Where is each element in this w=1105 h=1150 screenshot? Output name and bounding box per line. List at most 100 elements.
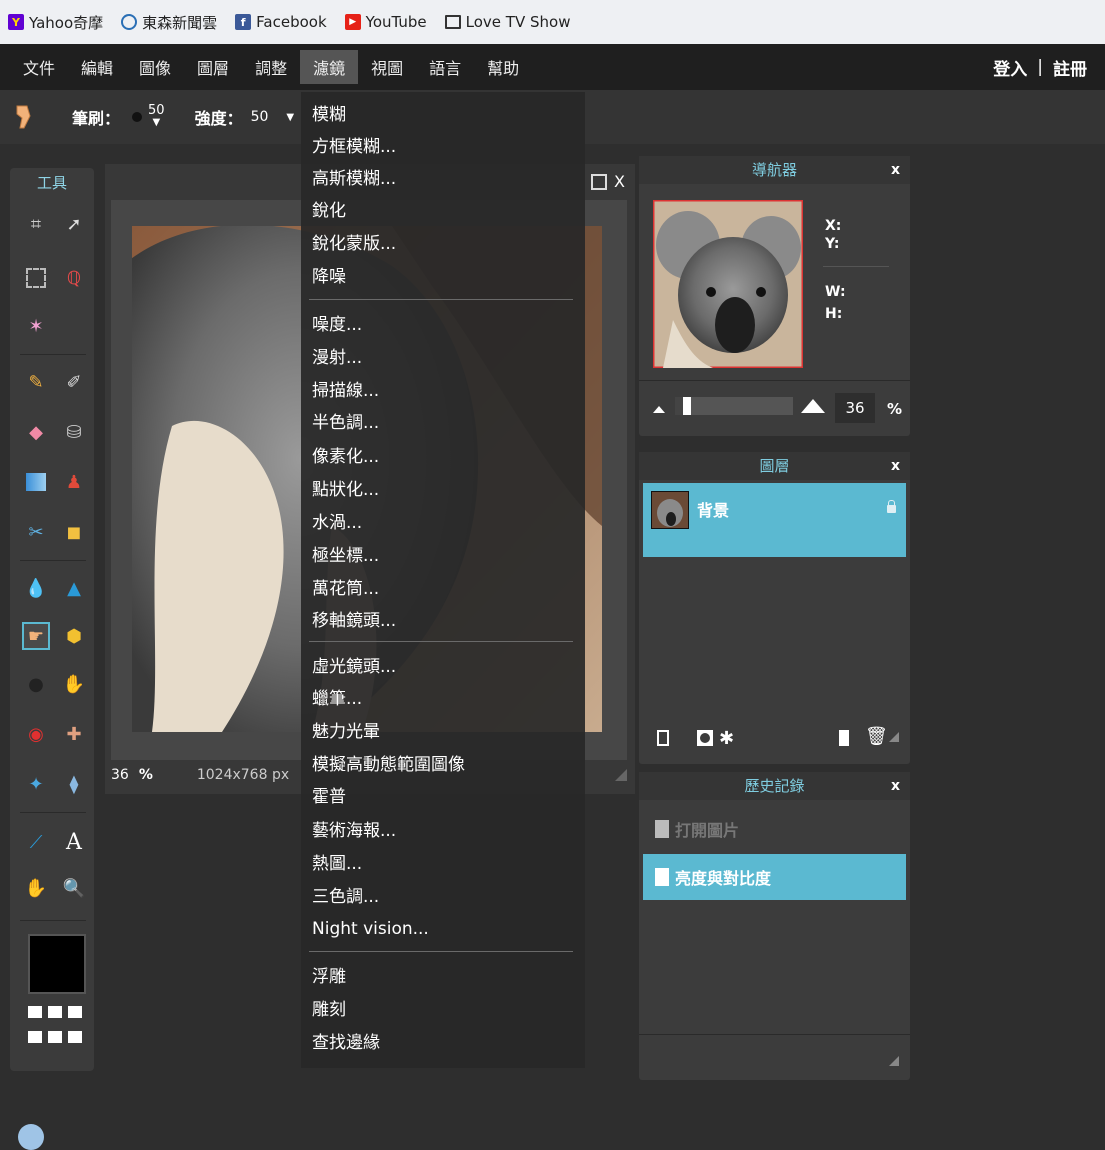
navigator-thumbnail[interactable] — [653, 200, 803, 368]
nav-zoom-slider[interactable] — [675, 397, 793, 415]
sharpen-tool-icon[interactable]: ▲ — [62, 576, 86, 600]
menu-help[interactable]: 幫助 — [474, 50, 532, 84]
smudge-tool-icon[interactable]: ☛ — [22, 622, 50, 650]
bloat-tool-icon[interactable]: ✦ — [24, 772, 48, 796]
register-link[interactable]: 註冊 — [1053, 55, 1087, 80]
history-item-open-image[interactable]: 打開圖片 — [643, 806, 906, 852]
filter-crayon[interactable]: 蠟筆... — [312, 684, 362, 714]
text-tool-icon[interactable]: A — [62, 830, 86, 855]
menu-edit[interactable]: 編輯 — [68, 50, 126, 84]
duplicate-layer-icon[interactable] — [839, 730, 849, 746]
brush-size-stepper[interactable]: 50 ▼ — [148, 104, 165, 129]
pencil-tool-icon[interactable]: ✎ — [24, 370, 48, 394]
filter-polar-coordinates[interactable]: 極坐標... — [312, 541, 379, 571]
close-window-button[interactable]: X — [614, 172, 625, 191]
filter-kaleidoscope[interactable]: 萬花筒... — [312, 574, 379, 604]
dodge-tool-icon[interactable]: ✋ — [62, 672, 86, 696]
hand-tool-icon[interactable]: ✋ — [24, 876, 48, 900]
burn-tool-icon[interactable]: ● — [24, 672, 48, 696]
new-layer-icon[interactable]: ✱ — [719, 728, 734, 749]
red-eye-icon[interactable]: ◉ — [24, 722, 48, 746]
filter-blur[interactable]: 模糊 — [312, 100, 346, 130]
history-item-brightness-contrast[interactable]: 亮度與對比度 — [643, 854, 906, 900]
move-tool-icon[interactable]: ➚ — [62, 212, 86, 236]
nav-zoom-slider-thumb[interactable] — [683, 397, 691, 415]
crop-tool-icon[interactable]: ⌗ — [24, 212, 48, 236]
filter-unsharp-mask[interactable]: 銳化蒙版... — [312, 229, 396, 259]
zoom-value[interactable]: 36 — [111, 767, 129, 783]
filter-halftone[interactable]: 半色調... — [312, 408, 379, 438]
red-eye-tool-icon[interactable]: ◼ — [62, 520, 86, 544]
color-swatches-grid[interactable] — [28, 1006, 84, 1050]
filter-hopper[interactable]: 霍普 — [312, 782, 346, 812]
gradient-tool-icon[interactable] — [24, 470, 48, 494]
filter-tilt-shift[interactable]: 移軸鏡頭... — [312, 606, 396, 636]
filter-emboss[interactable]: 浮雕 — [312, 962, 346, 992]
stamp-tool-icon[interactable]: ♟ — [62, 470, 86, 494]
menu-adjust[interactable]: 調整 — [242, 50, 300, 84]
nav-zoom-input[interactable]: 36 — [835, 393, 875, 423]
strength-input[interactable]: 50 — [251, 109, 269, 125]
menu-language[interactable]: 語言 — [416, 50, 474, 84]
spot-heal-icon[interactable]: ✚ — [62, 722, 86, 746]
menu-layer[interactable]: 圖層 — [184, 50, 242, 84]
filter-gaussian-blur[interactable]: 高斯模糊... — [312, 164, 396, 194]
layer-mask-icon[interactable] — [697, 730, 713, 746]
filter-vignette[interactable]: 虛光鏡頭... — [312, 652, 396, 682]
help-bubble-icon[interactable] — [18, 1124, 44, 1150]
strength-dropdown-icon[interactable]: ▼ — [286, 112, 294, 123]
restore-window-icon[interactable] — [591, 174, 607, 190]
blur-drop-icon[interactable]: 💧 — [24, 576, 48, 600]
delete-layer-icon[interactable]: 🗑 — [865, 726, 888, 747]
layer-row-background[interactable]: 背景 — [643, 483, 906, 557]
color-replace-icon[interactable]: ✂ — [24, 520, 48, 544]
filter-scanlines[interactable]: 掃描線... — [312, 376, 379, 406]
brush-preview[interactable] — [132, 112, 143, 122]
layer-properties-icon[interactable] — [657, 730, 669, 746]
filter-heatmap[interactable]: 熱圖... — [312, 849, 362, 879]
foreground-color-swatch[interactable] — [28, 934, 86, 994]
login-link[interactable]: 登入 — [993, 55, 1027, 80]
color-picker-icon[interactable]: ⟋ — [24, 830, 48, 854]
filter-glamour-glow[interactable]: 魅力光暈 — [312, 717, 380, 747]
marquee-tool-icon[interactable] — [24, 266, 48, 290]
filter-pointillize[interactable]: 點狀化... — [312, 475, 379, 505]
filter-pixelate[interactable]: 像素化... — [312, 442, 379, 472]
filter-engrave[interactable]: 雕刻 — [312, 995, 346, 1025]
filter-art-poster[interactable]: 藝術海報... — [312, 816, 396, 846]
navigator-close-button[interactable]: x — [891, 156, 900, 184]
zoom-tool-icon[interactable]: 🔍 — [62, 876, 86, 900]
pinch-tool-icon[interactable]: ⧫ — [62, 772, 86, 796]
bookmark-love-tv[interactable]: Love TV Show — [444, 13, 570, 31]
filter-box-blur[interactable]: 方框模糊... — [312, 132, 396, 162]
menu-file[interactable]: 文件 — [10, 50, 68, 84]
filter-sharpen[interactable]: 銳化 — [312, 196, 346, 226]
filter-fake-hdr[interactable]: 模擬高動態範圍圖像 — [312, 750, 465, 780]
filter-denoise[interactable]: 降噪 — [312, 262, 346, 292]
menu-view[interactable]: 視圖 — [358, 50, 416, 84]
filter-twirl[interactable]: 水渦... — [312, 508, 362, 538]
zoom-in-mountain-icon[interactable] — [801, 399, 825, 413]
history-close-button[interactable]: x — [891, 772, 900, 800]
bookmark-ettoday[interactable]: 東森新聞雲 — [121, 12, 217, 33]
bookmark-youtube[interactable]: ▶ YouTube — [344, 13, 427, 31]
sponge-tool-icon[interactable]: ⬢ — [62, 624, 86, 648]
magic-wand-icon[interactable]: ✶ — [24, 314, 48, 338]
resize-handle-icon[interactable] — [889, 732, 899, 742]
menu-image[interactable]: 圖像 — [126, 50, 184, 84]
filter-noise[interactable]: 噪度... — [312, 310, 362, 340]
fill-bucket-icon[interactable]: ⛁ — [62, 420, 86, 444]
filter-tritone[interactable]: 三色調... — [312, 882, 379, 912]
eraser-tool-icon[interactable]: ◆ — [24, 420, 48, 444]
menu-filter[interactable]: 濾鏡 — [300, 50, 359, 84]
resize-handle-icon[interactable] — [889, 1056, 899, 1066]
bookmark-yahoo[interactable]: Y Yahoo奇摩 — [8, 12, 103, 33]
layers-close-button[interactable]: x — [891, 452, 900, 480]
zoom-out-mountain-icon[interactable] — [653, 406, 665, 413]
brush-tool-icon[interactable]: ✐ — [62, 370, 86, 394]
filter-night-vision[interactable]: Night vision... — [312, 914, 429, 944]
resize-handle-icon[interactable] — [615, 769, 627, 781]
bookmark-facebook[interactable]: f Facebook — [235, 13, 327, 31]
lasso-tool-icon[interactable]: ℚ — [62, 266, 86, 290]
filter-diffuse[interactable]: 漫射... — [312, 343, 362, 373]
